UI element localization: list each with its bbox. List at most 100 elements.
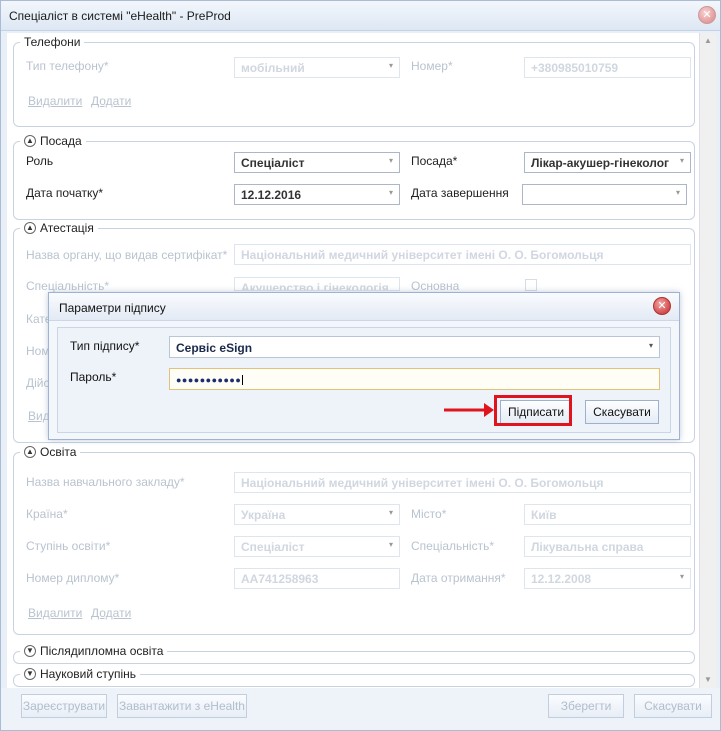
chevron-down-icon: ▾ (388, 188, 393, 197)
education-legend: Освіта (40, 445, 77, 459)
dialog-body: Тип підпису* Сервіс eSign ▾ Пароль* ●●●●… (57, 327, 671, 433)
dialog-close-icon[interactable]: ✕ (653, 297, 671, 315)
cert-valid-label-partial: Дійс (26, 376, 50, 390)
cert-spec-select[interactable]: Акушерство і гінекологія (234, 277, 400, 291)
phone-type-label: Тип телефону* (26, 59, 109, 73)
dialog-title-bar: Параметри підпису ✕ (49, 293, 679, 321)
password-input[interactable]: ●●●●●●●●●●● (169, 368, 660, 390)
phone-number-input[interactable]: +380985010759 (524, 57, 691, 78)
collapse-chevron-icon[interactable]: ▲ (24, 222, 36, 234)
institution-input[interactable]: Національний медичний університет імені … (234, 472, 691, 493)
expand-chevron-icon[interactable]: ▼ (24, 668, 36, 680)
cert-number-label-partial: Ном (26, 344, 50, 358)
post-select[interactable]: Лікар-акушер-гінеколог ▾ (524, 152, 691, 173)
position-group: ▲ Посада (13, 134, 695, 220)
collapse-chevron-icon[interactable]: ▲ (24, 135, 36, 147)
chevron-down-icon: ▾ (388, 508, 393, 517)
city-value: Київ (531, 508, 557, 522)
password-value: ●●●●●●●●●●● (176, 375, 242, 385)
expand-chevron-icon[interactable]: ▼ (24, 645, 36, 657)
cert-spec-label: Спеціальність* (26, 279, 110, 293)
sign-type-select[interactable]: Сервіс eSign ▾ (169, 336, 660, 358)
cert-main-checkbox[interactable] (525, 279, 537, 291)
end-date-label: Дата завершення (411, 186, 509, 200)
cert-delete-link-partial[interactable]: Вид (28, 409, 50, 423)
degree-label: Ступінь освіти* (26, 539, 111, 553)
specialty-label: Спеціальність* (411, 539, 495, 553)
role-label: Роль (26, 154, 54, 168)
cert-org-value: Національний медичний університет імені … (241, 248, 604, 262)
phone-type-select[interactable]: мобільний ▾ (234, 57, 400, 78)
position-legend: Посада (40, 134, 82, 148)
collapse-chevron-icon[interactable]: ▲ (24, 446, 36, 458)
window-title: Спеціаліст в системі "eHealth" - PreProd (9, 9, 231, 23)
country-label: Країна* (26, 507, 68, 521)
cert-spec-value: Акушерство і гінекологія (241, 281, 389, 291)
phones-add-link[interactable]: Додати (91, 94, 131, 108)
post-value: Лікар-акушер-гінеколог (531, 156, 670, 170)
phones-delete-link[interactable]: Видалити (28, 94, 82, 108)
end-date-input[interactable]: ▾ (522, 184, 687, 205)
save-button[interactable]: Зберегти (548, 694, 624, 718)
chevron-down-icon: ▾ (679, 156, 684, 165)
country-value: Україна (241, 508, 286, 522)
chevron-down-icon: ▾ (679, 572, 684, 581)
degree-select[interactable]: Спеціаліст ▾ (234, 536, 400, 557)
science-degree-legend: Науковий ступінь (40, 667, 137, 681)
specialty-input[interactable]: Лікувальна справа (524, 536, 691, 557)
sign-type-value: Сервіс eSign (176, 341, 253, 355)
diploma-value: AA741258963 (241, 572, 319, 586)
postgrad-group: ▼ Післядипломна освіта (13, 644, 695, 664)
start-date-input[interactable]: 12.12.2016 ▾ (234, 184, 400, 205)
start-date-value: 12.12.2016 (241, 188, 302, 202)
start-date-label: Дата початку* (26, 186, 104, 200)
education-delete-link[interactable]: Видалити (28, 606, 82, 620)
cert-org-label: Назва органу, що видав сертифікат* (26, 248, 228, 262)
education-add-link[interactable]: Додати (91, 606, 131, 620)
degree-value: Спеціаліст (241, 540, 305, 554)
signature-dialog: Параметри підпису ✕ Тип підпису* Сервіс … (48, 292, 680, 440)
city-input[interactable]: Київ (524, 504, 691, 525)
cert-org-input[interactable]: Національний медичний університет імені … (234, 244, 691, 265)
sign-type-label: Тип підпису* (70, 339, 140, 353)
country-select[interactable]: Україна ▾ (234, 504, 400, 525)
phones-group: Телефони (13, 35, 695, 127)
chevron-down-icon: ▾ (675, 188, 680, 197)
load-ehealth-button[interactable]: Завантажити з eHealth (117, 694, 247, 718)
phone-type-value: мобільний (241, 61, 305, 75)
highlight-box (494, 395, 572, 426)
vertical-scrollbar[interactable]: ▲ ▼ (699, 33, 716, 688)
received-date-input[interactable]: 12.12.2008 ▾ (524, 568, 691, 589)
role-value: Спеціаліст (241, 156, 305, 170)
phone-number-label: Номер* (411, 59, 453, 73)
cert-main-label: Основна (411, 279, 460, 293)
received-date-label: Дата отримання* (411, 571, 506, 585)
chevron-down-icon: ▾ (388, 540, 393, 549)
attestation-legend: Атестація (40, 221, 94, 235)
institution-label: Назва навчального закладу* (26, 475, 185, 489)
footer-bar: Зареєструвати Завантажити з eHealth Збер… (1, 688, 720, 730)
dialog-title: Параметри підпису (59, 301, 166, 315)
dialog-cancel-button[interactable]: Скасувати (585, 400, 659, 424)
phone-number-value: +380985010759 (531, 61, 619, 75)
cancel-button[interactable]: Скасувати (634, 694, 712, 718)
post-label: Посада* (411, 154, 458, 168)
role-select[interactable]: Спеціаліст ▾ (234, 152, 400, 173)
register-button[interactable]: Зареєструвати (21, 694, 107, 718)
city-label: Місто* (411, 507, 447, 521)
diploma-label: Номер диплому* (26, 571, 120, 585)
window-close-icon[interactable]: ✕ (698, 6, 716, 24)
chevron-down-icon: ▾ (388, 156, 393, 165)
diploma-input[interactable]: AA741258963 (234, 568, 400, 589)
specialty-value: Лікувальна справа (531, 540, 644, 554)
text-cursor (242, 375, 244, 385)
chevron-down-icon: ▾ (648, 341, 653, 350)
title-bar: Спеціаліст в системі "eHealth" - PreProd… (1, 1, 720, 31)
institution-value: Національний медичний університет імені … (241, 476, 604, 490)
annotation-arrow-icon (444, 403, 494, 417)
chevron-down-icon: ▾ (388, 61, 393, 70)
science-degree-group: ▼ Науковий ступінь (13, 667, 695, 687)
scroll-up-icon[interactable]: ▲ (704, 36, 712, 45)
phones-legend: Телефони (24, 35, 81, 49)
scroll-down-icon[interactable]: ▼ (704, 675, 712, 684)
